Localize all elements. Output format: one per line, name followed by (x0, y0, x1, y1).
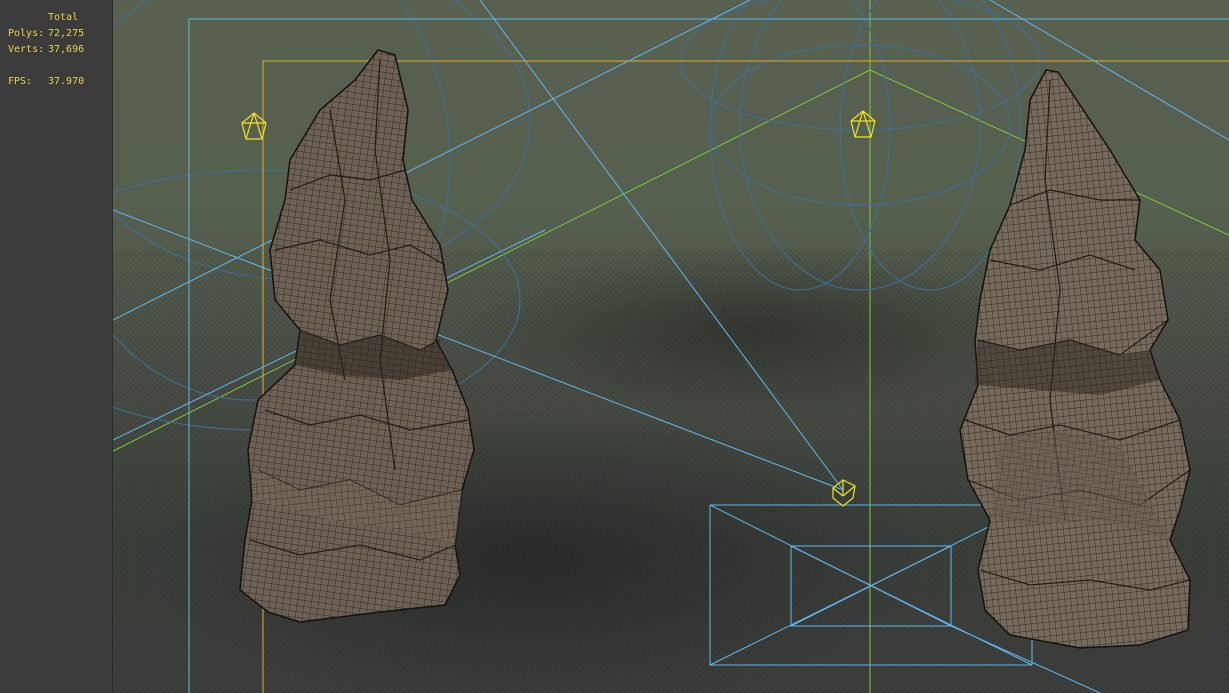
fps-value: 37.970 (48, 76, 85, 87)
stats-header: Total (48, 12, 79, 23)
perspective-viewport[interactable] (113, 0, 1229, 693)
polys-value: 72,275 (48, 28, 85, 39)
light-icon[interactable] (850, 110, 876, 138)
viewport-statistics-panel: Total Polys: 72,275 Verts: 37,696 FPS: 3… (0, 0, 113, 693)
polys-label: Polys: (8, 28, 45, 39)
verts-label: Verts: (8, 44, 45, 55)
viewport-scene (113, 0, 1229, 693)
verts-value: 37,696 (48, 44, 85, 55)
light-icon[interactable] (241, 112, 267, 140)
fps-label: FPS: (8, 76, 33, 87)
